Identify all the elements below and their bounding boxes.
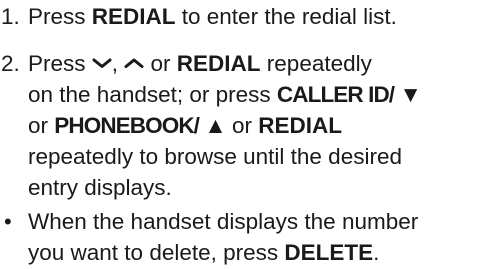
caller-id-key-label: CALLER ID/ ▼	[276, 82, 422, 107]
instruction-document: 1. Press REDIAL to enter the redial list…	[0, 0, 498, 269]
bullet-marker: •	[4, 209, 12, 234]
text-line: Press , or REDIAL repeatedly	[28, 51, 372, 76]
text-line: you want to delete, press DELETE.	[28, 240, 380, 265]
text-line: entry displays.	[28, 175, 172, 200]
bullet-text: When the handset displays the number you…	[28, 206, 498, 268]
phonebook-key-label: PHONEBOOK/ ▲	[54, 113, 226, 138]
text-line: repeatedly to browse until the desired	[28, 144, 402, 169]
step-number: 2.	[1, 51, 20, 76]
text-line: When the handset displays the number	[28, 209, 419, 234]
chevron-down-icon	[92, 58, 112, 69]
text-line: Press REDIAL to enter the redial list.	[28, 4, 397, 29]
redial-key-label: REDIAL	[91, 4, 176, 29]
text-line: on the handset; or press CALLER ID/ ▼	[28, 82, 422, 107]
text-line: or PHONEBOOK/ ▲ or REDIAL	[28, 113, 343, 138]
step-number: 1.	[1, 4, 20, 29]
step-text: Press REDIAL to enter the redial list.	[28, 1, 498, 32]
redial-key-label: REDIAL	[176, 51, 261, 76]
delete-key-label: DELETE	[284, 240, 374, 265]
chevron-up-icon	[124, 58, 144, 69]
redial-key-label: REDIAL	[258, 113, 343, 138]
step-text: Press , or REDIAL repeatedly on the hand…	[28, 48, 498, 203]
